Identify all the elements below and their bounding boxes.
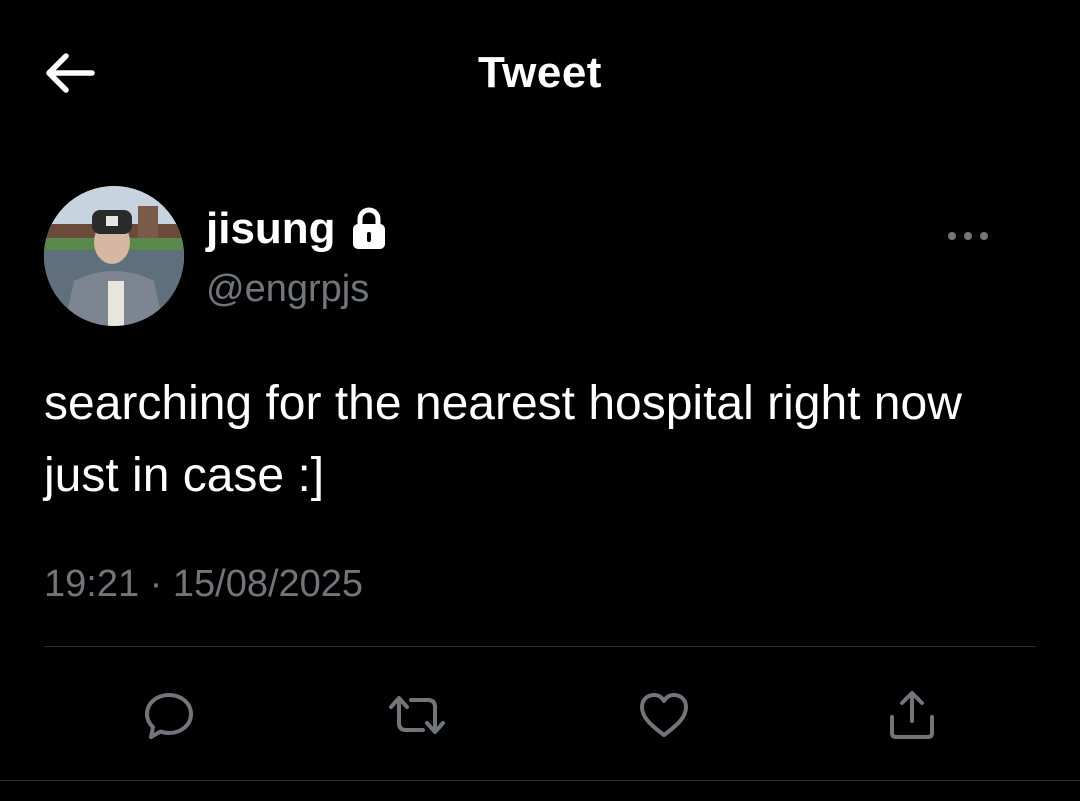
tweet-text: searching for the nearest hospital right… <box>44 377 962 502</box>
lock-icon <box>350 207 388 251</box>
share-button[interactable] <box>877 680 947 750</box>
share-icon <box>890 691 934 739</box>
divider <box>0 780 1080 781</box>
retweet-button[interactable] <box>382 680 452 750</box>
reply-button[interactable] <box>134 680 204 750</box>
avatar-photo <box>44 186 184 326</box>
tweet-time: 19:21 <box>44 563 140 605</box>
top-bar: Tweet <box>0 0 1080 150</box>
more-options-button[interactable] <box>940 218 1000 254</box>
retweet-icon <box>389 696 445 734</box>
tweet-timestamp: 19:21 · 15/08/2025 <box>44 563 363 606</box>
avatar[interactable] <box>44 186 184 326</box>
page-title: Tweet <box>478 48 602 97</box>
display-name[interactable]: jisung <box>206 204 336 254</box>
tweet-date: 15/08/2025 <box>172 563 364 605</box>
comment-icon <box>145 693 193 739</box>
author-name-row[interactable]: jisung <box>206 204 388 254</box>
heart-icon <box>640 693 688 737</box>
tweet-actions <box>0 680 1080 750</box>
ellipsis-icon <box>948 232 988 240</box>
timestamp-separator: · <box>149 563 163 605</box>
tweet-author: jisung @engrpjs <box>44 186 1044 331</box>
divider <box>44 646 1036 647</box>
like-button[interactable] <box>629 680 699 750</box>
author-handle[interactable]: @engrpjs <box>206 268 369 311</box>
